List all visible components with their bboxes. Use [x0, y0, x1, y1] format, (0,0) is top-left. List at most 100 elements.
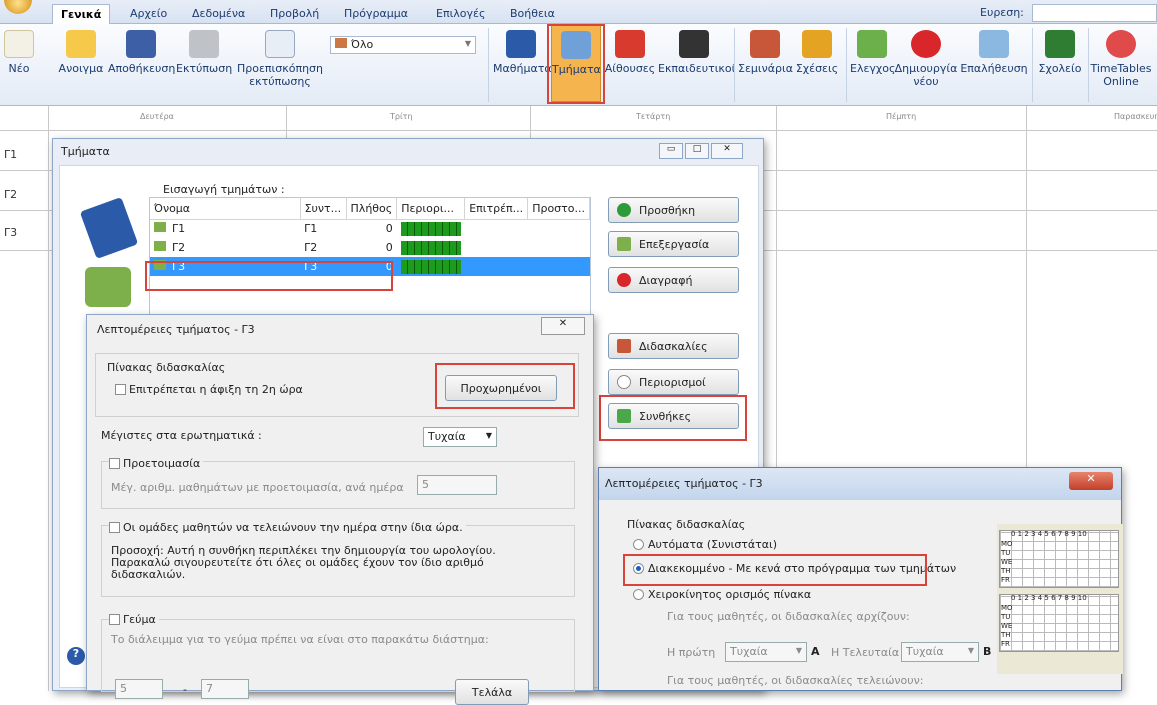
day-header-tuesday: Τρίτη: [390, 112, 413, 121]
delete-button[interactable]: Διαγραφή: [608, 267, 739, 293]
help-icon[interactable]: ?: [67, 647, 85, 665]
interrupted-radio[interactable]: Διακεκομμένο - Με κενά στο πρόγραμμα των…: [633, 562, 956, 575]
tab-options[interactable]: Επιλογές: [428, 4, 493, 24]
minimize-icon[interactable]: ▭: [659, 143, 683, 159]
school-button[interactable]: Σχολείο: [1036, 24, 1084, 75]
tab-schedule[interactable]: Πρόγραμμα: [336, 4, 416, 24]
row-header-g3[interactable]: Γ3: [4, 226, 44, 239]
conditions-button[interactable]: Συνθήκες: [608, 403, 739, 429]
row-header-g2[interactable]: Γ2: [4, 188, 44, 201]
check-button[interactable]: Ελεγχος: [850, 24, 895, 75]
class-icon: [154, 260, 166, 270]
chevron-down-icon: ▼: [485, 431, 492, 440]
tab-file[interactable]: Αρχείο: [122, 4, 175, 24]
new-button[interactable]: Νέο: [4, 24, 34, 75]
open-button[interactable]: Ανοιγμα: [56, 24, 106, 75]
save-button[interactable]: Αποθήκευση: [108, 24, 175, 75]
col-abbr[interactable]: Συντ...: [300, 198, 347, 220]
radio-circle: [633, 563, 644, 574]
constraints-button[interactable]: Περιορισμοί: [608, 369, 739, 395]
maximize-icon[interactable]: □: [685, 143, 709, 159]
checkbox-box: [109, 458, 120, 469]
rooms-button[interactable]: Αίθουσες: [602, 24, 658, 75]
col-prep[interactable]: Προστο...: [527, 198, 590, 220]
prep-value-input[interactable]: 5: [417, 475, 497, 495]
generate-button[interactable]: Δημιουργία νέου: [894, 24, 958, 88]
ribbon-separator: [1088, 28, 1089, 102]
prep-checkbox[interactable]: Προετοιμασία: [109, 457, 204, 470]
close-icon[interactable]: ✕: [541, 317, 585, 335]
first-select[interactable]: Τυχαία ▼: [725, 642, 807, 662]
col-name[interactable]: Όνομα: [150, 198, 301, 220]
warning-text: Προσοχή: Αυτή η συνθήκη περιπλέκει την δ…: [111, 544, 496, 581]
last-select[interactable]: Τυχαία ▼: [901, 642, 979, 662]
classes-button[interactable]: Τμήματα: [551, 24, 601, 102]
ribbon-separator: [488, 28, 489, 102]
dialog-title: Τμήματα: [61, 145, 110, 158]
col-allowed[interactable]: Επιτρέπ...: [464, 198, 529, 220]
lessons-button[interactable]: Διδασκαλίες: [608, 333, 739, 359]
preview-days: MO TU WE TH FR: [1001, 540, 1013, 584]
table-row[interactable]: Γ1 Γ1 0: [150, 219, 590, 238]
advanced-button[interactable]: Προχωρημένοι: [445, 375, 557, 401]
tab-view[interactable]: Προβολή: [262, 4, 327, 24]
app-logo-icon[interactable]: [4, 0, 32, 14]
chevron-down-icon: ▼: [464, 39, 471, 48]
manual-radio[interactable]: Χειροκίνητος ορισμός πίνακα: [633, 588, 811, 601]
seminars-button[interactable]: Σεμινάρια: [738, 24, 793, 75]
day-header-wednesday: Τετάρτη: [636, 112, 671, 121]
relations-icon: [802, 30, 832, 58]
print-preview-button[interactable]: Προεπισκόπηση εκτύπωσης: [234, 24, 326, 88]
lunch-to-input[interactable]: 7: [201, 679, 249, 699]
day-header-monday: Δευτέρα: [140, 112, 174, 121]
max-questionmarks-select[interactable]: Τυχαία ▼: [423, 427, 497, 447]
groups-end-checkbox[interactable]: Οι ομάδες μαθητών να τελειώνουν την ημέρ…: [109, 521, 466, 534]
row-header-g1[interactable]: Γ1: [4, 148, 44, 161]
filter-select[interactable]: Όλο ▼: [330, 36, 476, 54]
tab-general[interactable]: Γενικά: [52, 4, 111, 24]
close-icon[interactable]: ✕: [711, 143, 743, 159]
first-label: Η πρώτη: [667, 646, 716, 659]
last-marker: B: [983, 645, 992, 658]
book-icon: [506, 30, 536, 58]
edit-button[interactable]: Επεξεργασία: [608, 231, 739, 257]
group-title: Πίνακας διδασκαλίας: [107, 361, 226, 374]
lunch-from-input[interactable]: 5: [115, 679, 163, 699]
verify-icon: [979, 30, 1009, 58]
sync-icon: [1106, 30, 1136, 58]
students-icon: [617, 237, 631, 251]
radio-circle: [633, 589, 644, 600]
add-button[interactable]: Προσθήκη: [608, 197, 739, 223]
constraints-bar: [400, 221, 461, 236]
students-icon: [85, 267, 131, 307]
radio-circle: [633, 539, 644, 550]
print-button[interactable]: Εκτύπωση: [176, 24, 232, 75]
close-icon[interactable]: ✕: [1069, 472, 1113, 490]
col-constraints[interactable]: Περιορι...: [396, 198, 466, 220]
first-marker: A: [811, 645, 820, 658]
timetables-online-button[interactable]: TimeTables Online: [1090, 24, 1152, 88]
new-file-icon: [4, 30, 34, 58]
day-header-thursday: Πέμπτη: [886, 112, 917, 121]
end-button[interactable]: Τελάλα: [455, 679, 529, 705]
chevron-down-icon: ▼: [967, 646, 974, 655]
auto-radio[interactable]: Αυτόματα (Συνιστάται): [633, 538, 777, 551]
tab-data[interactable]: Δεδομένα: [184, 4, 253, 24]
relations-button[interactable]: Σχέσεις: [792, 24, 842, 75]
lunch-checkbox[interactable]: Γεύμα: [109, 613, 159, 626]
table-row-selected[interactable]: Γ3 Γ3 0: [150, 257, 590, 276]
second-hour-checkbox[interactable]: Επιτρέπεται η άφιξη τη 2η ώρα: [115, 383, 303, 396]
verify-button[interactable]: Επαλήθευση: [958, 24, 1030, 75]
teachers-button[interactable]: Εκπαιδευτικοί: [658, 24, 735, 75]
tab-help[interactable]: Βοήθεια: [502, 4, 563, 24]
class-details-dialog: Λεπτομέρειες τμήματος - Γ3 ✕ Πίνακας διδ…: [86, 314, 594, 705]
ribbon-separator: [734, 28, 735, 102]
search-input[interactable]: [1032, 4, 1157, 22]
table-row[interactable]: Γ2 Γ2 0: [150, 238, 590, 257]
col-count[interactable]: Πλήθος: [346, 198, 398, 220]
group-title: Πίνακας διδασκαλίας: [627, 518, 746, 531]
list-header: Όνομα Συντ... Πλήθος Περιορι... Επιτρέπ.…: [150, 198, 590, 220]
prep-description: Μέγ. αριθμ. μαθημάτων με προετοιμασία, α…: [111, 481, 404, 494]
menu-bar: Γενικά Αρχείο Δεδομένα Προβολή Πρόγραμμα…: [0, 0, 1157, 24]
lessons-button[interactable]: Μαθήματα: [493, 24, 552, 75]
